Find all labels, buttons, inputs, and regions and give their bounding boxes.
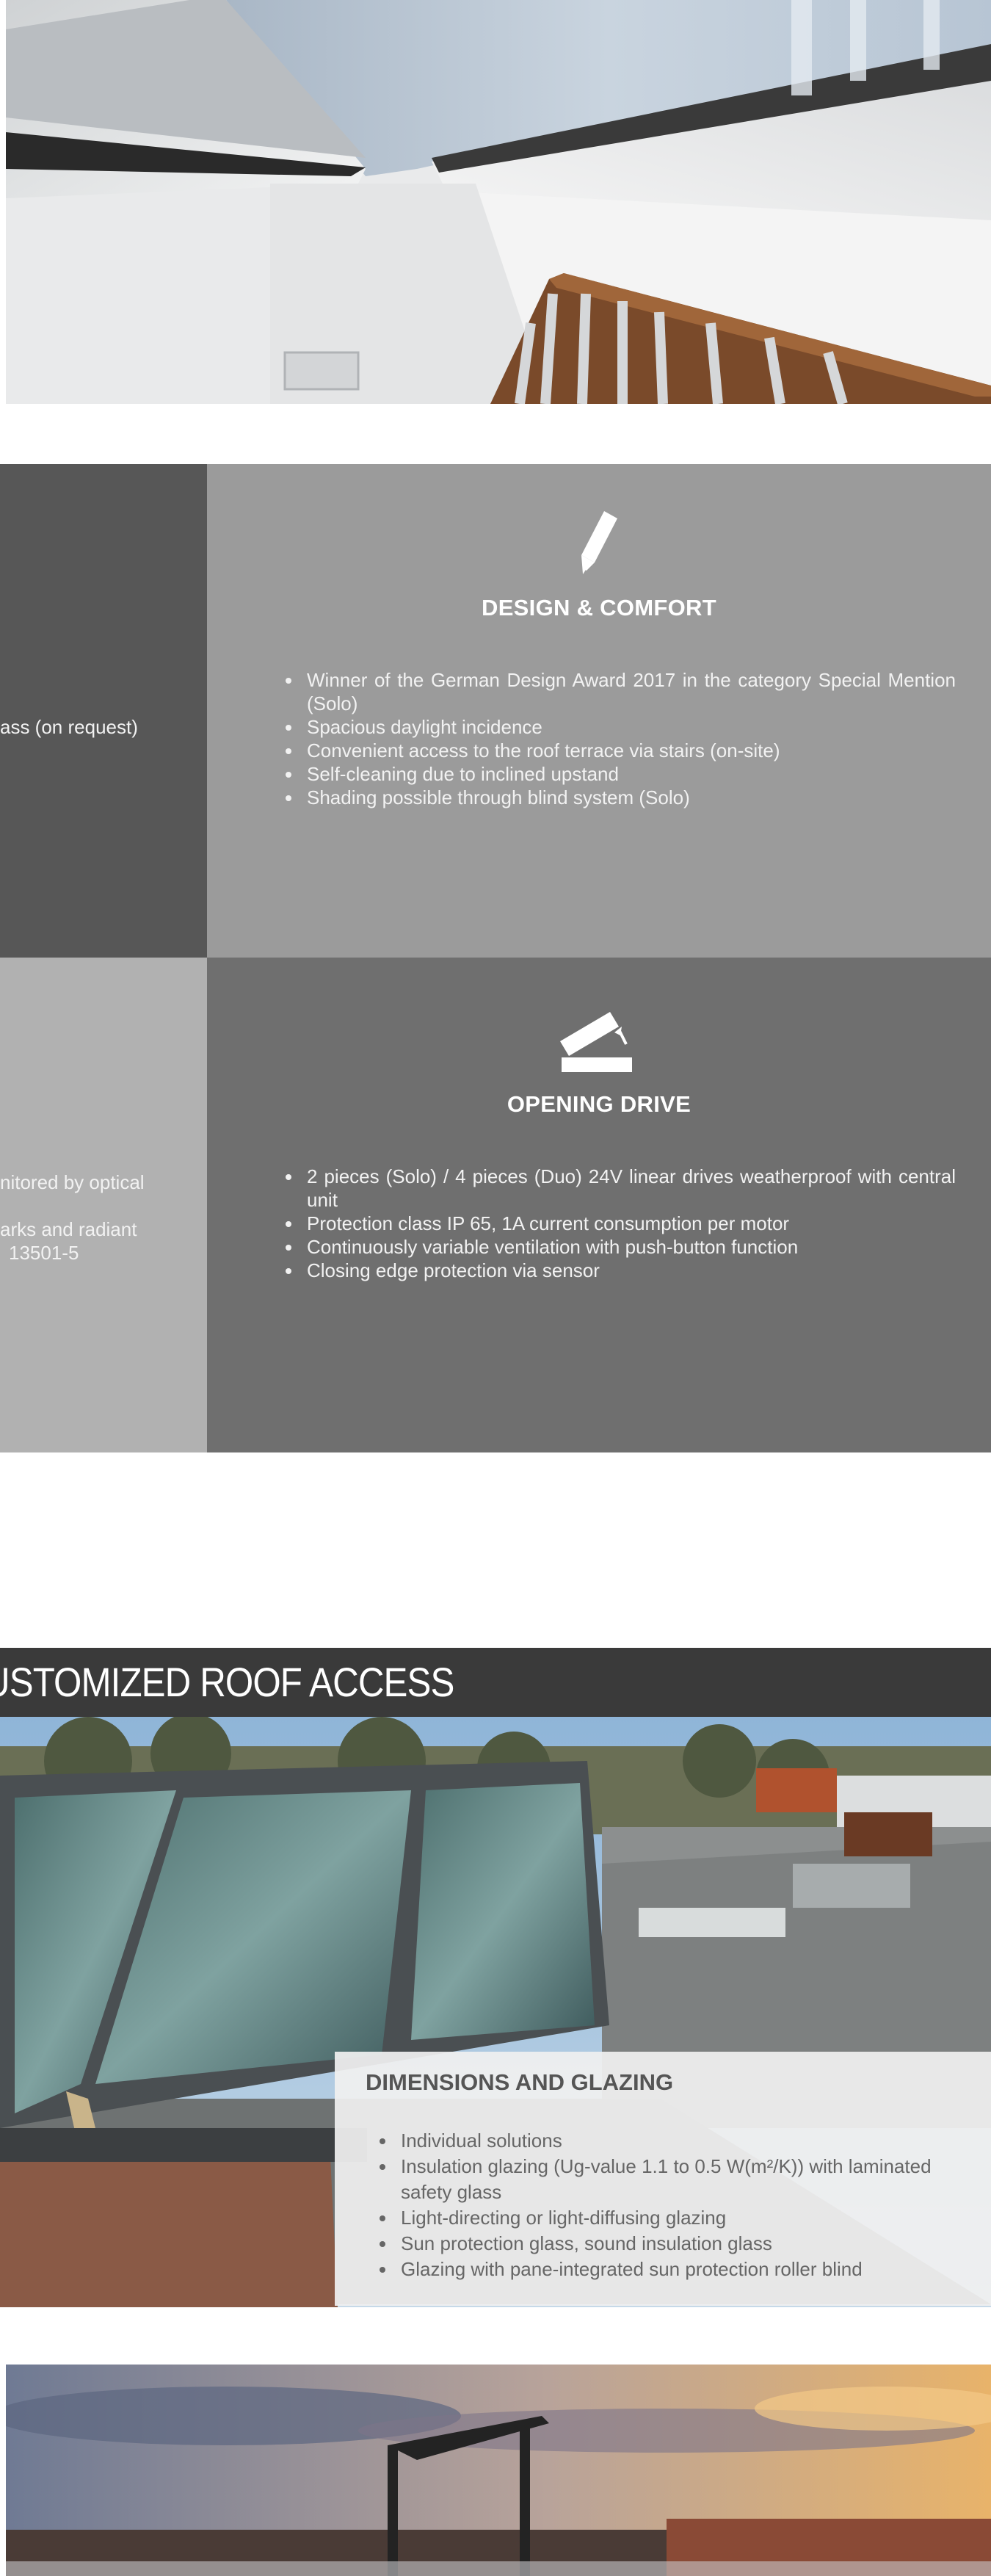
opening-drive-list: 2 pieces (Solo) / 4 pieces (Duo) 24V lin… bbox=[272, 1165, 956, 1282]
feature-grid: ass (on request) DESIGN & COMFORT Winner… bbox=[0, 464, 991, 1452]
design-comfort-list: Winner of the German Design Award 2017 i… bbox=[272, 668, 956, 809]
glazing-title: DIMENSIONS AND GLAZING bbox=[366, 2069, 674, 2095]
list-item: Winner of the German Design Award 2017 i… bbox=[302, 668, 956, 715]
list-item: Shading possible through blind system (S… bbox=[302, 786, 956, 809]
list-item: 2 pieces (Solo) / 4 pieces (Duo) 24V lin… bbox=[302, 1165, 956, 1212]
list-item: Light-directing or light-diffusing glazi… bbox=[396, 2205, 976, 2231]
glazing-list: Individual solutions Insulation glazing … bbox=[366, 2128, 976, 2282]
left-light-cell: nitored by optical arks and radiant 1350… bbox=[0, 958, 207, 1452]
pencil-icon bbox=[577, 511, 621, 581]
design-comfort-title: DESIGN & COMFORT bbox=[482, 595, 716, 621]
left-dark-cell: ass (on request) bbox=[0, 464, 207, 958]
list-item: Insulation glazing (Ug-value 1.1 to 0.5 … bbox=[396, 2154, 976, 2205]
left-dark-fragment: ass (on request) bbox=[0, 716, 138, 738]
sunset-photo bbox=[6, 2365, 991, 2576]
list-item: Convenient access to the roof terrace vi… bbox=[302, 739, 956, 762]
list-item: Closing edge protection via sensor bbox=[302, 1259, 956, 1282]
list-item: Protection class IP 65, 1A current consu… bbox=[302, 1212, 956, 1235]
design-comfort-card: DESIGN & COMFORT Winner of the German De… bbox=[207, 464, 991, 958]
list-item: Self-cleaning due to inclined upstand bbox=[302, 762, 956, 786]
list-item: Continuously variable ventilation with p… bbox=[302, 1235, 956, 1259]
opening-drive-card: OPENING DRIVE 2 pieces (Solo) / 4 pieces… bbox=[207, 958, 991, 1452]
list-item: Glazing with pane-integrated sun protect… bbox=[396, 2257, 976, 2282]
left-light-fragment-2: arks and radiant bbox=[0, 1218, 137, 1240]
section-title: USTOMIZED ROOF ACCESS bbox=[0, 1659, 454, 1705]
opening-window-icon bbox=[559, 1005, 639, 1082]
list-item: Sun protection glass, sound insulation g… bbox=[396, 2231, 976, 2257]
list-item: Individual solutions bbox=[396, 2128, 976, 2154]
stairwell-photo bbox=[6, 0, 991, 404]
list-item: Spacious daylight incidence bbox=[302, 715, 956, 739]
left-light-fragment-1: nitored by optical bbox=[0, 1171, 145, 1193]
opening-drive-title: OPENING DRIVE bbox=[507, 1091, 691, 1117]
left-light-fragment-3: 13501-5 bbox=[9, 1242, 79, 1264]
section-banner: USTOMIZED ROOF ACCESS bbox=[0, 1648, 991, 1717]
glazing-panel: DIMENSIONS AND GLAZING Individual soluti… bbox=[335, 2052, 991, 2306]
